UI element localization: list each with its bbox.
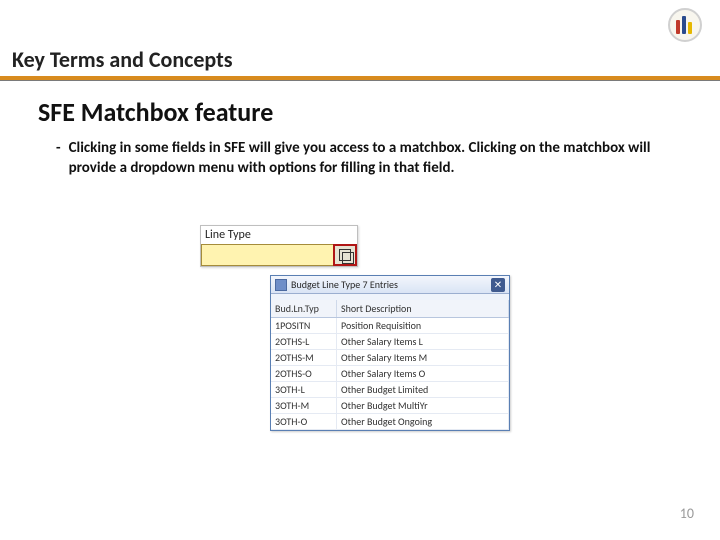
dropdown-row[interactable]: 1POSITN Position Requisition	[271, 318, 509, 334]
row-desc: Other Budget MultiYr	[337, 398, 509, 413]
row-desc: Other Budget Limited	[337, 382, 509, 397]
dropdown-row[interactable]: 2OTHS-O Other Salary Items O	[271, 366, 509, 382]
matchbox-icon	[339, 249, 351, 261]
bullet-text: Clicking in some fields in SFE will give…	[69, 138, 680, 179]
dropdown-title: Budget Line Type 7 Entries	[291, 278, 491, 291]
page-number: 10	[680, 505, 694, 522]
row-code: 2OTHS-M	[271, 350, 337, 365]
row-desc: Other Salary Items O	[337, 366, 509, 381]
section-title: SFE Matchbox feature	[38, 96, 273, 128]
matchbox-dropdown: Budget Line Type 7 Entries ✕ Bud.Ln.Typ …	[270, 275, 510, 431]
dropdown-column-headers: Bud.Ln.Typ Short Description	[271, 300, 509, 318]
row-desc: Other Salary Items M	[337, 350, 509, 365]
dropdown-row[interactable]: 2OTHS-L Other Salary Items L	[271, 334, 509, 350]
bullet-item: - Clicking in some fields in SFE will gi…	[56, 138, 680, 179]
dropdown-rows: 1POSITN Position Requisition 2OTHS-L Oth…	[271, 318, 509, 430]
bullet-dash: -	[56, 138, 61, 158]
matchbox-button[interactable]	[333, 244, 357, 266]
row-code: 3OTH-O	[271, 414, 337, 429]
close-button[interactable]: ✕	[491, 278, 505, 292]
row-code: 2OTHS-O	[271, 366, 337, 381]
logo-bars	[676, 14, 694, 36]
window-icon	[275, 279, 287, 291]
header-rule	[0, 76, 720, 81]
line-type-label: Line Type	[201, 226, 357, 244]
row-code: 3OTH-M	[271, 398, 337, 413]
slide: Key Terms and Concepts SFE Matchbox feat…	[0, 0, 720, 540]
line-type-input[interactable]	[201, 244, 333, 266]
row-code: 1POSITN	[271, 318, 337, 333]
dropdown-row[interactable]: 3OTH-M Other Budget MultiYr	[271, 398, 509, 414]
col-header-desc: Short Description	[337, 300, 509, 317]
dropdown-row[interactable]: 3OTH-L Other Budget Limited	[271, 382, 509, 398]
dropdown-row[interactable]: 2OTHS-M Other Salary Items M	[271, 350, 509, 366]
line-type-panel: Line Type	[200, 225, 358, 267]
dropdown-row[interactable]: 3OTH-O Other Budget Ongoing	[271, 414, 509, 430]
row-desc: Position Requisition	[337, 318, 509, 333]
dropdown-titlebar: Budget Line Type 7 Entries ✕	[271, 276, 509, 294]
institution-logo	[668, 8, 702, 42]
row-code: 3OTH-L	[271, 382, 337, 397]
row-desc: Other Salary Items L	[337, 334, 509, 349]
row-desc: Other Budget Ongoing	[337, 414, 509, 429]
row-code: 2OTHS-L	[271, 334, 337, 349]
slide-header: Key Terms and Concepts	[12, 46, 708, 73]
col-header-code: Bud.Ln.Typ	[271, 300, 337, 317]
screenshot-region: Line Type Budget Line Type 7 Entries ✕ B…	[200, 225, 500, 431]
line-type-field-row	[201, 244, 357, 266]
